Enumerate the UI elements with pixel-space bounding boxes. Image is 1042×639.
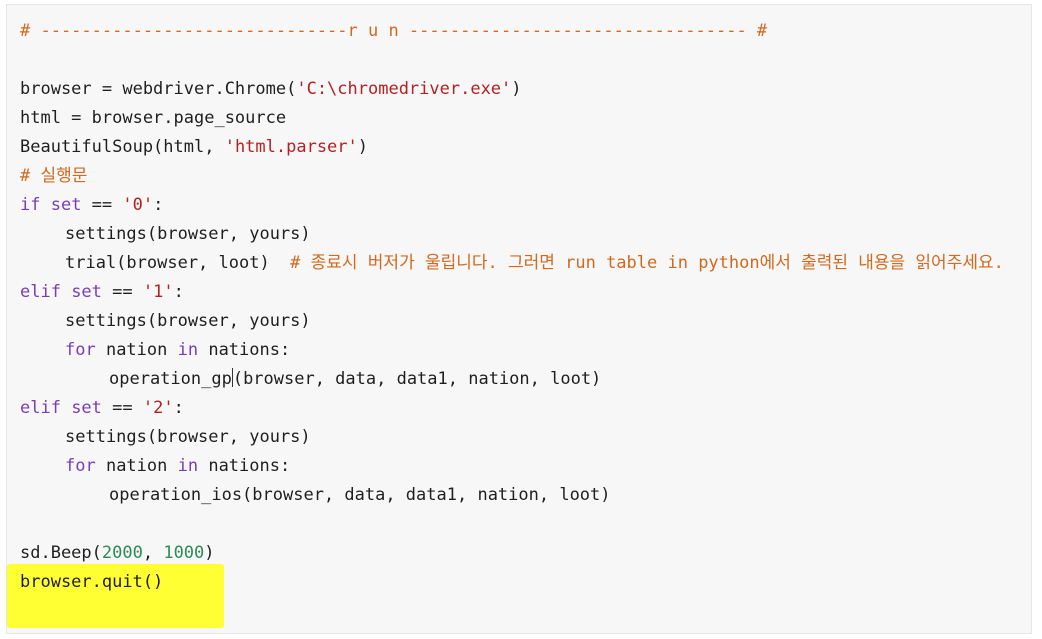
string-literal: 'html.parser' bbox=[224, 137, 358, 157]
string-literal: '0' bbox=[122, 195, 154, 215]
code-text: ) bbox=[204, 543, 215, 563]
keyword-elif: elif bbox=[20, 398, 61, 418]
code-line-beautifulsoup: BeautifulSoup(html, 'html.parser') bbox=[20, 133, 1023, 162]
comment-exec: # 실행문 bbox=[20, 166, 88, 186]
string-literal: '1' bbox=[142, 282, 174, 302]
code-line-for-2: for nation in nations: bbox=[20, 452, 1023, 481]
code-text: settings(browser, yours) bbox=[65, 311, 311, 331]
comment-trial: # 종료시 버저가 울립니다. 그러면 run table in python에… bbox=[290, 253, 1004, 273]
code-text: ) bbox=[511, 79, 522, 99]
code-text: == bbox=[101, 398, 143, 418]
code-line-comment-exec: # 실행문 bbox=[20, 162, 1023, 191]
code-line-browser: browser = webdriver.Chrome('C:\chromedri… bbox=[20, 75, 1023, 104]
code-line-settings-2: settings(browser, yours) bbox=[20, 307, 1023, 336]
keyword-set: set bbox=[60, 282, 102, 302]
number-literal: 1000 bbox=[163, 543, 205, 563]
code-text: : bbox=[173, 398, 184, 418]
code-line-html: html = browser.page_source bbox=[20, 104, 1023, 133]
code-line-quit: browser.quit() bbox=[20, 568, 1023, 597]
code-text: : bbox=[173, 282, 184, 302]
code-text: (browser, data, data1, nation, loot) bbox=[232, 369, 602, 389]
code-text: html = browser.page_source bbox=[20, 108, 287, 128]
code-line-elif-2: elif set == '2': bbox=[20, 394, 1023, 423]
code-line-for-1: for nation in nations: bbox=[20, 336, 1023, 365]
code-line-operation-gp: operation_gp(browser, data, data1, natio… bbox=[20, 365, 1023, 394]
code-editor[interactable]: # ------------------------------r u n --… bbox=[6, 4, 1032, 634]
keyword-in: in bbox=[177, 456, 199, 476]
code-text: browser.quit() bbox=[20, 572, 164, 592]
keyword-if: if bbox=[20, 195, 41, 215]
code-text: operation_gp bbox=[109, 369, 232, 389]
code-text: settings(browser, yours) bbox=[65, 224, 311, 244]
keyword-set: set bbox=[40, 195, 82, 215]
code-block: # ------------------------------r u n --… bbox=[20, 17, 1023, 597]
code-text: operation_ios(browser, data, data1, nati… bbox=[109, 485, 611, 505]
keyword-elif: elif bbox=[20, 282, 61, 302]
code-line-operation-ios: operation_ios(browser, data, data1, nati… bbox=[20, 481, 1023, 510]
code-line-run-header: # ------------------------------r u n --… bbox=[20, 17, 1023, 46]
number-literal: 2000 bbox=[101, 543, 143, 563]
code-line-settings-3: settings(browser, yours) bbox=[20, 423, 1023, 452]
code-line-elif-1: elif set == '1': bbox=[20, 278, 1023, 307]
code-text: trial(browser, loot) bbox=[65, 253, 291, 273]
code-text: == bbox=[81, 195, 123, 215]
code-text: nation bbox=[95, 456, 178, 476]
keyword-for: for bbox=[65, 340, 96, 360]
code-line-settings-1: settings(browser, yours) bbox=[20, 220, 1023, 249]
code-text: ) bbox=[357, 137, 369, 157]
keyword-set: set bbox=[60, 398, 102, 418]
code-text: BeautifulSoup(html, bbox=[20, 137, 225, 157]
code-text: nations: bbox=[198, 340, 291, 360]
code-line-beep: sd.Beep(2000, 1000) bbox=[20, 539, 1023, 568]
keyword-in: in bbox=[177, 340, 199, 360]
code-text: nation bbox=[95, 340, 178, 360]
code-line-trial: trial(browser, loot) # 종료시 버저가 울립니다. 그러면… bbox=[20, 249, 1023, 278]
code-text: nations: bbox=[198, 456, 291, 476]
code-text: : bbox=[153, 195, 164, 215]
code-text: , bbox=[142, 543, 164, 563]
comment-run-header: # ------------------------------r u n --… bbox=[20, 21, 768, 41]
code-text: == bbox=[101, 282, 143, 302]
code-text: sd.Beep( bbox=[20, 543, 102, 563]
string-literal: '2' bbox=[142, 398, 174, 418]
code-text: browser = webdriver.Chrome( bbox=[20, 79, 297, 99]
code-text: settings(browser, yours) bbox=[65, 427, 311, 447]
string-literal: 'C:\chromedriver.exe' bbox=[296, 79, 512, 99]
keyword-for: for bbox=[65, 456, 96, 476]
code-line-if: if set == '0': bbox=[20, 191, 1023, 220]
